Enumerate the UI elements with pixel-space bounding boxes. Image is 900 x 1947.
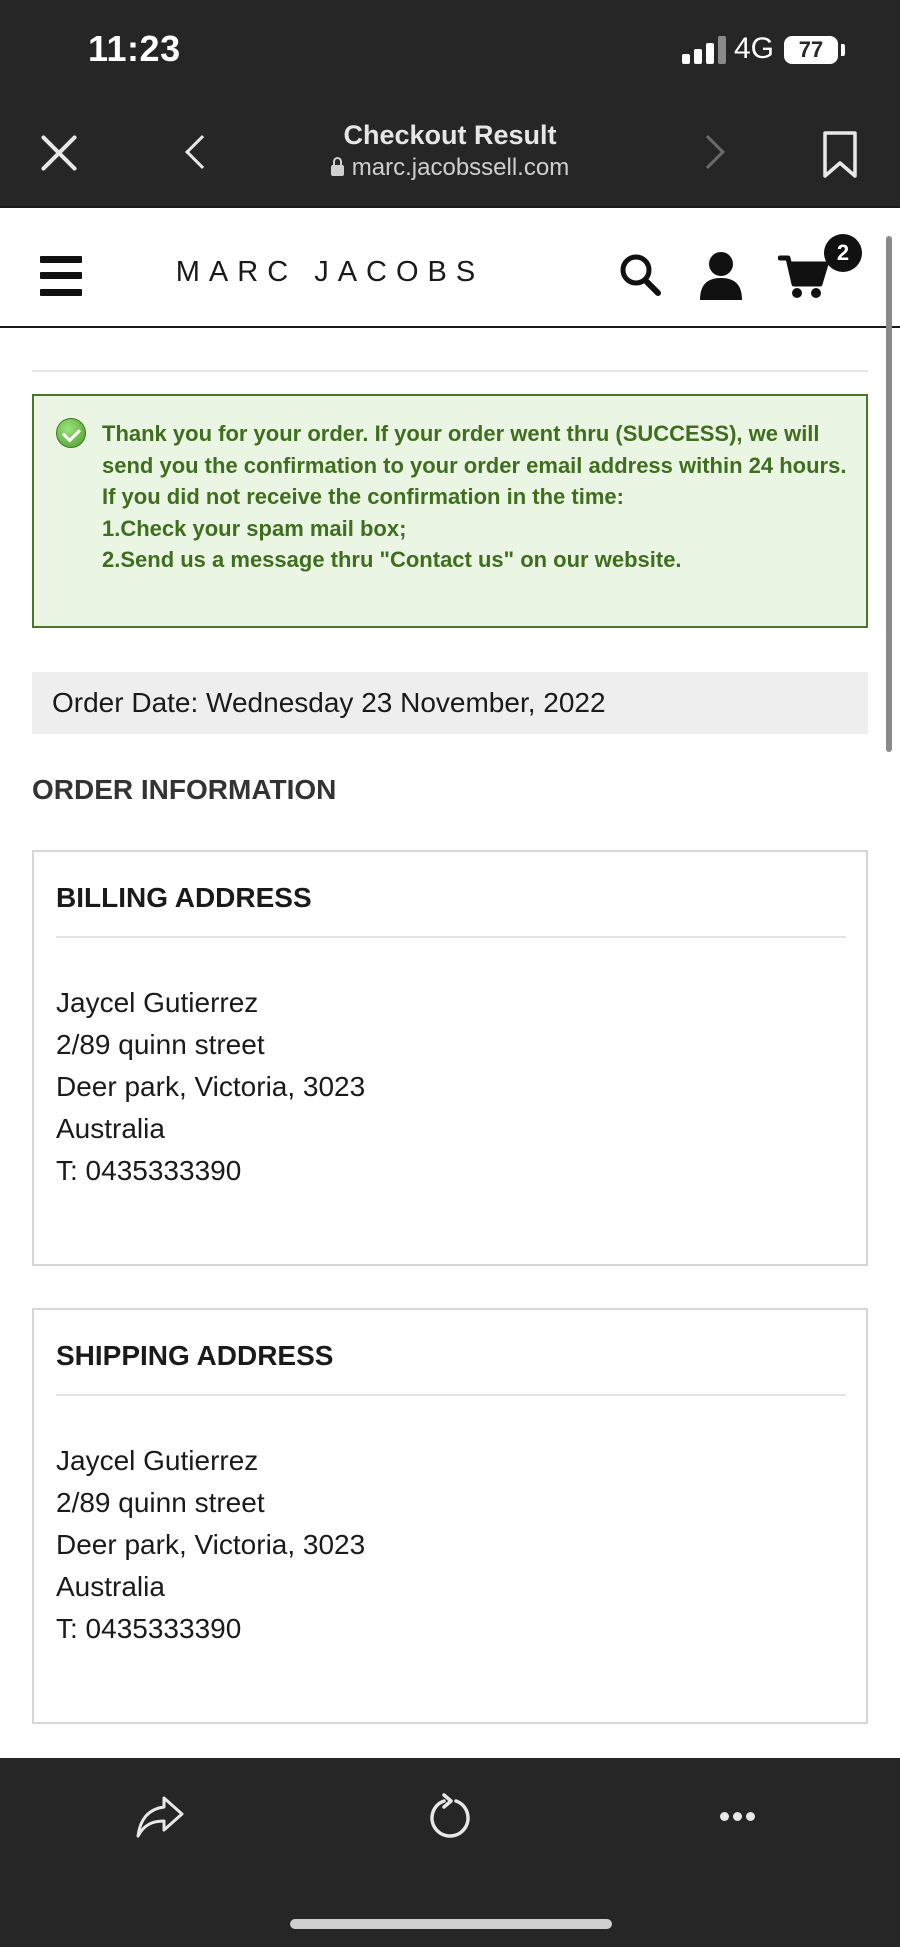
shipping-address-title: SHIPPING ADDRESS xyxy=(56,1340,334,1371)
chevron-right-icon xyxy=(691,135,725,169)
divider xyxy=(32,370,868,372)
site-header: MARC JACOBS 2 xyxy=(0,210,900,328)
more-options-icon[interactable] xyxy=(718,1806,758,1826)
page-title: Checkout Result xyxy=(343,120,557,150)
bookmark-icon[interactable] xyxy=(822,130,858,180)
divider xyxy=(56,1394,846,1396)
browser-toolbar: Checkout Result marc.jacobssell.com xyxy=(0,100,900,208)
cart-count-badge: 2 xyxy=(824,234,862,272)
address-line: Jaycel Gutierrez xyxy=(56,987,259,1018)
success-line: 2.Send us a message thru "Contact us" on… xyxy=(102,547,682,572)
address-line: Australia xyxy=(56,1113,165,1144)
status-bar: 11:23 4G 77 xyxy=(0,0,900,100)
battery-nub xyxy=(841,44,845,56)
order-information-heading: ORDER INFORMATION xyxy=(32,774,337,805)
url-text: marc.jacobssell.com xyxy=(351,154,570,181)
success-line: If you did not receive the confirmation … xyxy=(102,484,624,509)
success-line: 1.Check your spam mail box; xyxy=(102,515,407,541)
search-icon[interactable] xyxy=(618,252,662,298)
shipping-address-card: SHIPPING ADDRESS Jaycel Gutierrez 2/89 q… xyxy=(32,1308,868,1724)
cart-icon[interactable] xyxy=(777,252,830,300)
chevron-left-icon xyxy=(185,135,219,169)
back-button[interactable] xyxy=(176,128,219,180)
shipping-address-lines: Jaycel Gutierrez 2/89 quinn street Deer … xyxy=(56,1440,365,1650)
success-line: Thank you for your order. If your order … xyxy=(102,421,847,478)
divider xyxy=(56,936,846,938)
hamburger-menu-icon[interactable] xyxy=(40,256,82,296)
billing-address-title: BILLING ADDRESS xyxy=(56,882,312,913)
address-bar[interactable]: marc.jacobssell.com xyxy=(250,154,650,182)
address-line: 2/89 quinn street xyxy=(56,1487,265,1518)
address-line: T: 0435333390 xyxy=(56,1155,242,1186)
address-line: T: 0435333390 xyxy=(56,1613,242,1644)
reload-icon[interactable] xyxy=(424,1792,474,1842)
home-indicator[interactable] xyxy=(290,1919,612,1929)
battery-icon: 77 xyxy=(784,36,838,64)
address-line: Deer park, Victoria, 3023 xyxy=(56,1529,366,1560)
success-message: Thank you for your order. If your order … xyxy=(32,394,868,628)
address-line: Jaycel Gutierrez xyxy=(56,1445,259,1476)
scrollbar[interactable] xyxy=(886,236,892,752)
success-check-icon xyxy=(56,418,86,448)
forward-button[interactable] xyxy=(691,128,732,180)
address-line: Deer park, Victoria, 3023 xyxy=(56,1071,366,1102)
address-line: Australia xyxy=(56,1571,165,1602)
success-message-text: Thank you for your order. If your order … xyxy=(102,418,858,576)
order-date: Order Date: Wednesday 23 November, 2022 xyxy=(32,672,868,734)
billing-address-lines: Jaycel Gutierrez 2/89 quinn street Deer … xyxy=(56,982,365,1192)
signal-strength-icon xyxy=(682,34,726,64)
share-icon[interactable] xyxy=(134,1794,186,1840)
status-time: 11:23 xyxy=(88,28,181,69)
address-line: 2/89 quinn street xyxy=(56,1029,265,1060)
lock-icon xyxy=(330,157,344,176)
network-type: 4G xyxy=(734,32,775,65)
account-icon[interactable] xyxy=(698,250,744,300)
close-icon[interactable] xyxy=(38,132,80,174)
brand-logo[interactable]: MARC JACOBS xyxy=(150,256,510,289)
billing-address-card: BILLING ADDRESS Jaycel Gutierrez 2/89 qu… xyxy=(32,850,868,1266)
